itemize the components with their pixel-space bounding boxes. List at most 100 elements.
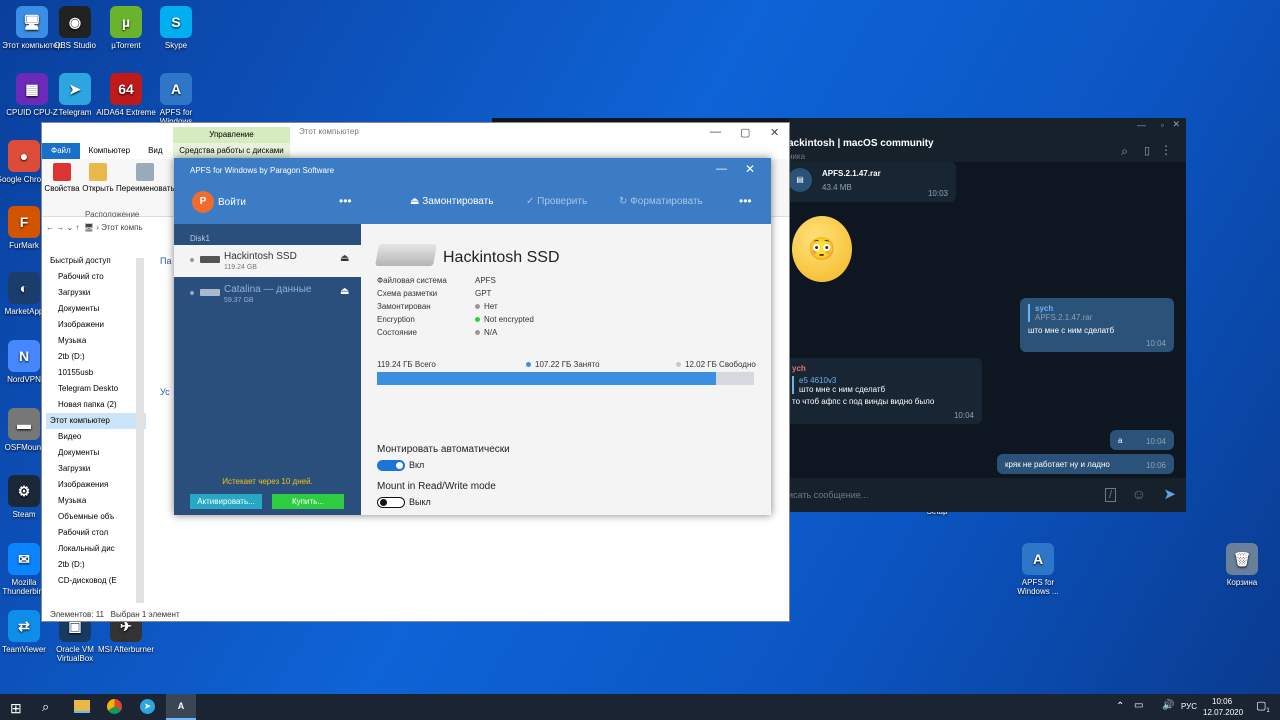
nav-item[interactable]: 10155usb [46,365,146,381]
message-input[interactable]: исать сообщение... / ☺ ➤ [788,478,1186,512]
disk-name: Hackintosh SSD [224,251,297,262]
property-key: Замонтирован [377,302,431,311]
more-icon[interactable]: ••• [339,194,352,208]
outgoing-reply-message[interactable]: sych APFS.2.1.47.rar што мне с ним сдела… [1020,298,1174,352]
nav-item[interactable]: Новая папка (2) [46,397,146,413]
desktop-icon-recycle[interactable]: 🗑 Корзина [1210,543,1274,587]
disk-name: Catalina — данные [224,284,312,295]
incoming-message[interactable]: ych e5 4610v3 што мне с ним сделатб то ч… [784,358,982,424]
reply-author: sych [1035,304,1054,313]
more-actions-icon[interactable]: ••• [739,194,752,208]
language-indicator[interactable]: РУС [1181,702,1197,711]
network-icon[interactable]: ▭ [1134,700,1143,711]
property-value-text: Нет [484,302,498,311]
activate-button[interactable]: Активировать... [190,494,262,509]
eject-icon[interactable]: ⏏ [340,253,349,264]
file-message[interactable]: ▤ APFS.2.1.47.rar 43.4 MB 10:03 [784,162,956,202]
nav-item[interactable]: Изображени [46,317,146,333]
address-text: Этот компь [101,223,143,232]
minimize-button[interactable]: — [716,163,727,175]
nav-item[interactable]: CD-дисковод (E [46,573,146,589]
disk-item-hackintosh[interactable]: Hackintosh SSD 119.24 GB ⏏ [174,245,361,277]
format-label: Форматировать [630,196,703,207]
nav-item[interactable]: Рабочий сто [46,269,146,285]
close-button[interactable]: ✕ [745,162,755,176]
nav-item[interactable]: Видео [46,429,146,445]
outgoing-message[interactable]: кряк не работает ну и ладно 10:06 [997,454,1174,474]
disk-size: 119.24 GB [224,264,257,271]
search-icon[interactable]: ⌕ [1121,144,1128,159]
rw-toggle[interactable] [377,497,405,508]
more-icon[interactable]: ⋮ [1160,143,1172,157]
address-bar[interactable]: ← → ⌄ ↑ 🖥 › Этот компь [46,223,143,232]
minimize-icon[interactable]: — [1137,120,1146,130]
close-button[interactable]: ✕ [770,126,779,139]
nav-item[interactable]: 2tb (D:) [46,349,146,365]
nav-item[interactable]: Загрузки [46,285,146,301]
nav-item[interactable]: Изображения [46,477,146,493]
desktop-icon-apfs[interactable]: AAPFS for Windows [144,73,208,126]
nav-item[interactable]: Этот компьютер [46,413,146,429]
properties-button[interactable]: Свойства [44,163,80,193]
disk-item-catalina[interactable]: Catalina — данные 59.37 GB ⏏ [174,278,361,310]
minimize-button[interactable]: — [710,126,721,138]
nav-item[interactable]: Рабочий стол [46,525,146,541]
total-size: 119.24 ГБ Всего [377,360,436,369]
open-button[interactable]: Открыть [80,163,116,193]
eject-icon[interactable]: ⏏ [340,286,349,297]
tray-chevron-icon[interactable]: ⌃ [1116,701,1124,712]
nav-item[interactable]: Музыка [46,333,146,349]
trial-notice: Истекает через 10 дней. [222,477,313,486]
nav-item[interactable]: Telegram Deskto [46,381,146,397]
start-button[interactable]: ⊞ [10,700,22,717]
nav-item[interactable]: Документы [46,445,146,461]
telegram-taskbar-icon[interactable]: ➤ [140,699,155,714]
clock-time[interactable]: 10:06 [1212,697,1232,706]
buy-button[interactable]: Купить... [272,494,344,509]
nav-item[interactable]: Документы [46,301,146,317]
chat-title[interactable]: ackintosh | macOS community [788,138,934,149]
nav-item[interactable]: Объемные объ [46,509,146,525]
search-icon[interactable]: ⌕ [42,699,49,715]
file-icon[interactable]: ▤ [788,168,812,192]
chrome-taskbar-icon[interactable] [107,699,122,714]
apfs-taskbar-icon[interactable]: A [166,694,196,720]
nav-item[interactable]: Загрузки [46,461,146,477]
mount-button[interactable]: ⏏ Замонтировать [410,196,493,207]
tab-disk-tools[interactable]: Средства работы с дисками [173,143,290,159]
desktop-icon-skype[interactable]: S Skype [144,6,208,50]
nav-item[interactable]: Быстрый доступ [46,253,146,269]
emoji-icon[interactable]: ☺ [1132,486,1146,502]
send-icon[interactable]: ➤ [1163,485,1176,503]
rename-button[interactable]: Переименовать [116,163,175,193]
tab-computer[interactable]: Компьютер [80,143,139,159]
automount-toggle[interactable] [377,460,405,471]
volume-icon[interactable]: 🔊 [1162,700,1174,711]
property-row: Encryption Not encrypted [377,315,534,324]
desktop-icon-apfs2[interactable]: A APFS for Windows ... [1006,543,1070,596]
explorer-taskbar-icon[interactable] [74,700,90,713]
apfs-window: APFS for Windows by Paragon Software — ✕… [174,158,771,515]
scrollbar[interactable] [136,258,144,603]
status-dot [475,330,480,336]
check-button[interactable]: ✓ Проверить [526,196,587,207]
tab-file[interactable]: Файл [42,143,80,159]
nav-item[interactable]: Локальный дис [46,541,146,557]
sidebar-toggle-icon[interactable]: ▯ [1144,144,1150,157]
notifications-icon[interactable]: ▢1 [1256,699,1270,714]
nav-item[interactable]: Музыка [46,493,146,509]
open-label: Открыть [82,184,114,193]
maximize-button[interactable]: ▢ [740,126,750,139]
format-button[interactable]: ↻ Форматировать [619,196,703,207]
clock-date[interactable]: 12.07.2020 [1203,708,1243,717]
commands-icon[interactable]: / [1104,488,1116,502]
nav-item[interactable]: 2tb (D:) [46,557,146,573]
maximize-icon[interactable]: ▫ [1161,120,1164,130]
automount-state: Вкл [409,460,425,470]
login-button[interactable]: P Войти [192,191,246,213]
property-value-text: GPT [475,289,492,298]
outgoing-message[interactable]: а 10:04 [1110,430,1174,450]
property-value: APFS [475,276,496,285]
tab-view[interactable]: Вид [139,143,171,159]
close-icon[interactable]: ✕ [1172,119,1180,130]
